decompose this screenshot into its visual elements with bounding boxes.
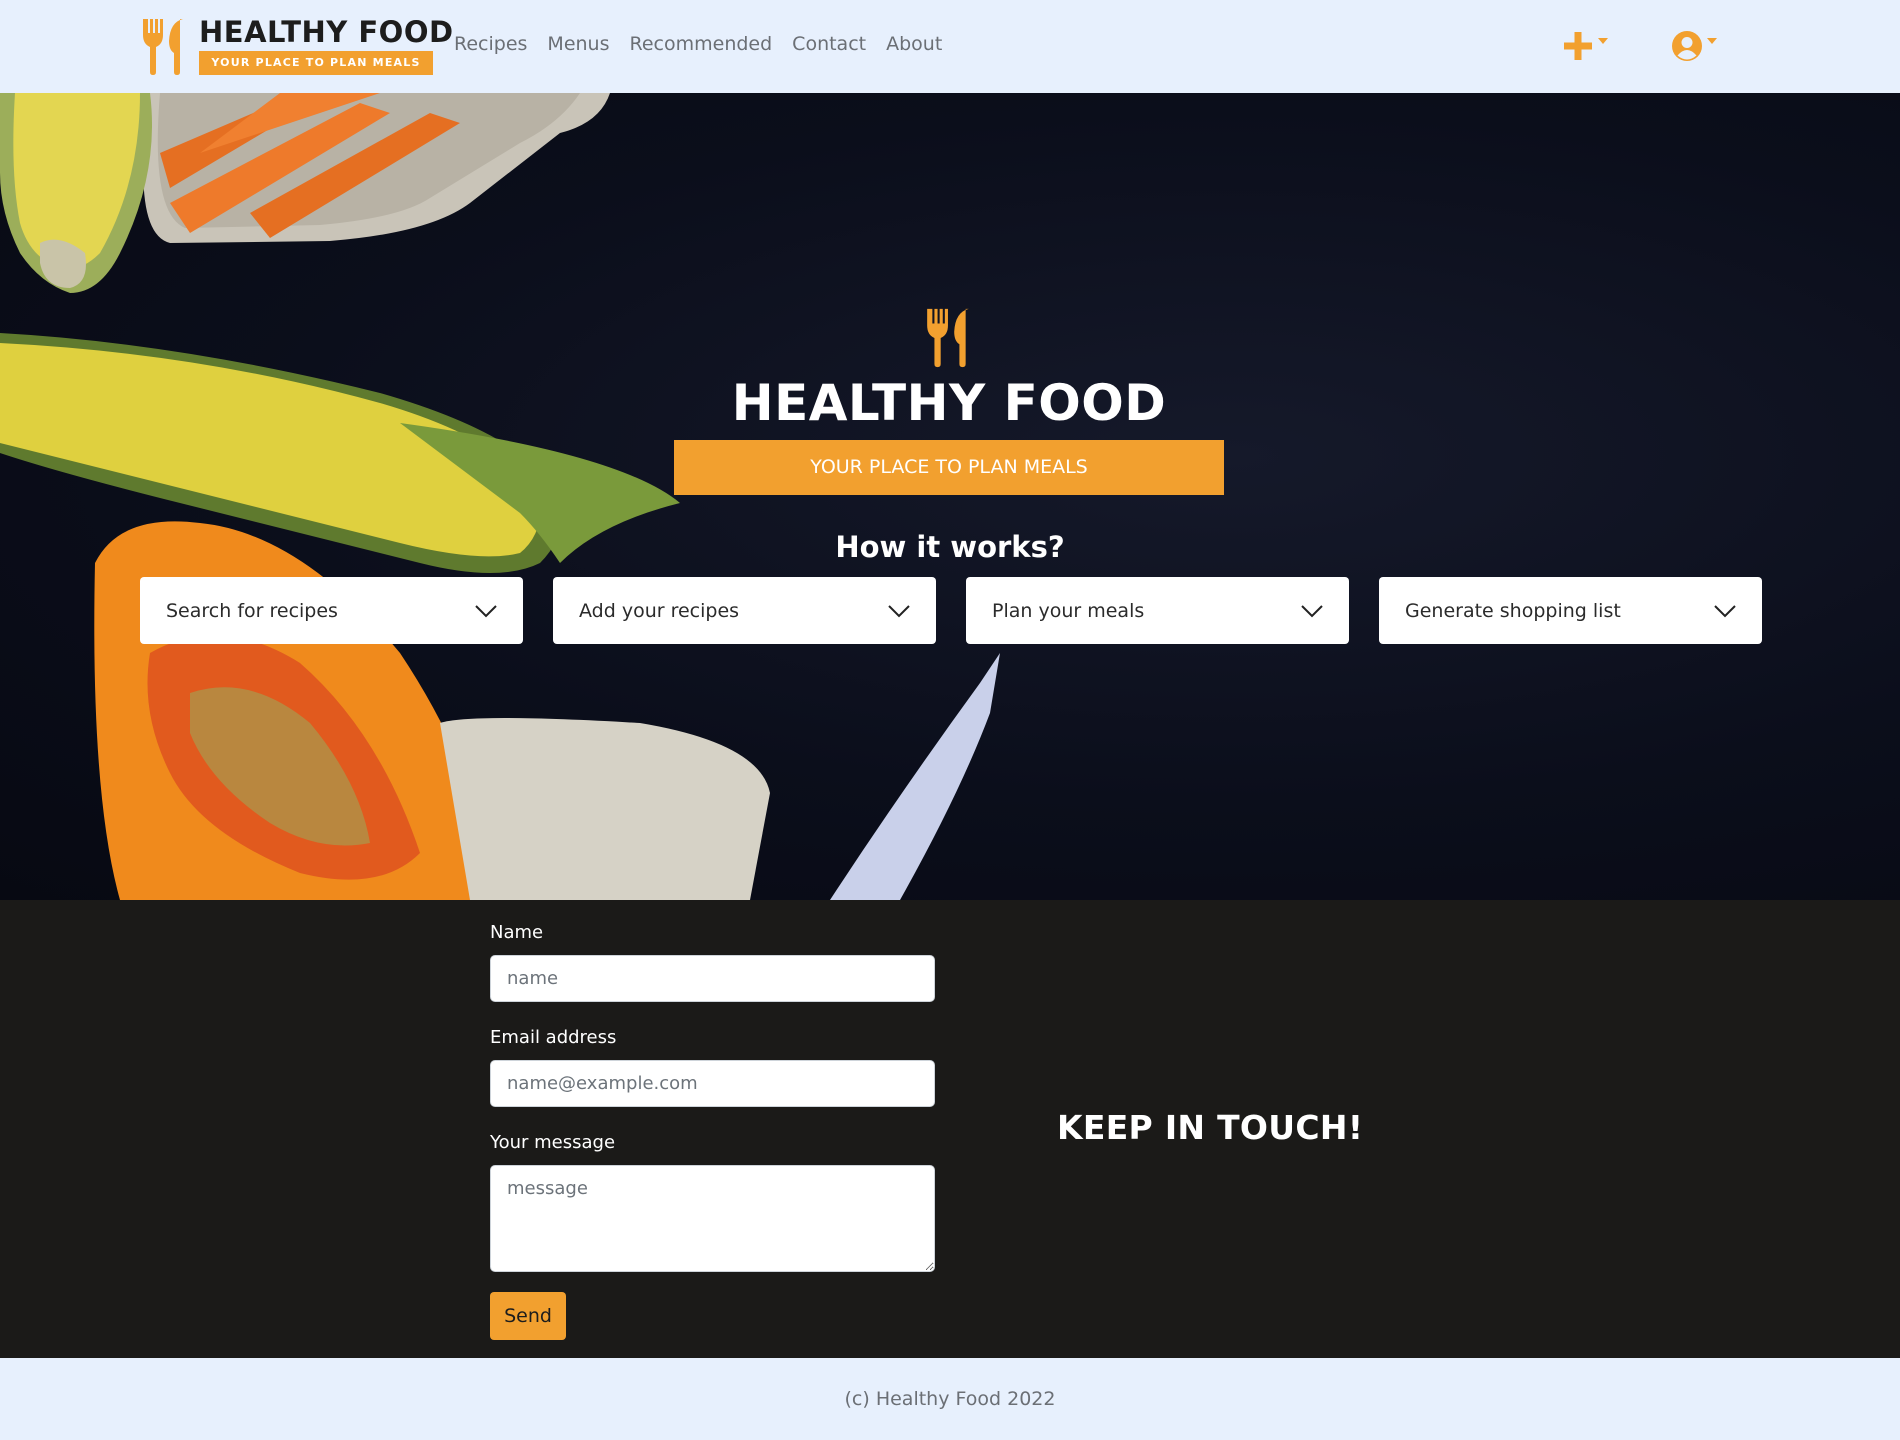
step-label: Plan your meals: [992, 599, 1145, 622]
user-circle-icon: [1672, 31, 1702, 61]
nav-link-recommended[interactable]: Recommended: [630, 33, 773, 55]
nav-link-about[interactable]: About: [886, 33, 942, 55]
fork-spoon-icon: [927, 308, 969, 368]
brand-logo[interactable]: HEALTHY FOOD YOUR PLACE TO PLAN MEALS: [139, 15, 454, 75]
hero-section: HEALTHY FOOD YOUR PLACE TO PLAN MEALS Ho…: [0, 93, 1900, 900]
send-button[interactable]: Send: [490, 1292, 566, 1340]
fork-spoon-icon: [143, 19, 183, 75]
name-label: Name: [490, 922, 544, 943]
nav-link-contact[interactable]: Contact: [792, 33, 866, 55]
step-plan-meals[interactable]: Plan your meals: [966, 577, 1349, 644]
message-label: Your message: [490, 1132, 616, 1153]
brand-subtitle: YOUR PLACE TO PLAN MEALS: [199, 51, 433, 75]
chevron-down-icon: [1714, 604, 1736, 617]
contact-section: Name Email address Your message Send KEE…: [0, 900, 1900, 1358]
nav-link-menus[interactable]: Menus: [547, 33, 609, 55]
step-label: Add your recipes: [579, 599, 740, 622]
chevron-down-icon: [1301, 604, 1323, 617]
hero-title: HEALTHY FOOD: [731, 374, 1167, 432]
brand-title: HEALTHY FOOD: [199, 15, 454, 49]
how-it-works-steps: Search for recipes Add your recipes Plan…: [140, 577, 1762, 644]
hero-tagline: YOUR PLACE TO PLAN MEALS: [674, 440, 1224, 495]
chevron-down-icon: [1707, 38, 1717, 44]
hero-background-image: [0, 93, 1000, 900]
add-dropdown-button[interactable]: [1562, 30, 1608, 62]
step-shopping-list[interactable]: Generate shopping list: [1379, 577, 1762, 644]
email-field[interactable]: [490, 1060, 935, 1107]
email-label: Email address: [490, 1027, 617, 1048]
chevron-down-icon: [1598, 38, 1608, 44]
how-it-works-title: How it works?: [835, 530, 1065, 564]
step-add-recipes[interactable]: Add your recipes: [553, 577, 936, 644]
plus-icon: [1564, 32, 1592, 60]
copyright-text: (c) Healthy Food 2022: [844, 1388, 1056, 1410]
step-label: Generate shopping list: [1405, 599, 1621, 622]
chevron-down-icon: [475, 604, 497, 617]
user-dropdown-button[interactable]: [1671, 30, 1717, 62]
footer: (c) Healthy Food 2022: [0, 1358, 1900, 1440]
name-field[interactable]: [490, 955, 935, 1002]
chevron-down-icon: [888, 604, 910, 617]
keep-in-touch-heading: KEEP IN TOUCH!: [1057, 1108, 1364, 1147]
step-label: Search for recipes: [166, 599, 338, 622]
contact-form: Name Email address Your message Send: [490, 922, 935, 1340]
navbar: HEALTHY FOOD YOUR PLACE TO PLAN MEALS Re…: [0, 0, 1900, 93]
message-field[interactable]: [490, 1165, 935, 1272]
step-search-recipes[interactable]: Search for recipes: [140, 577, 523, 644]
nav-link-recipes[interactable]: Recipes: [454, 33, 527, 55]
nav-links: Recipes Menus Recommended Contact About: [454, 33, 942, 55]
hero-content: HEALTHY FOOD YOUR PLACE TO PLAN MEALS: [674, 306, 1224, 495]
